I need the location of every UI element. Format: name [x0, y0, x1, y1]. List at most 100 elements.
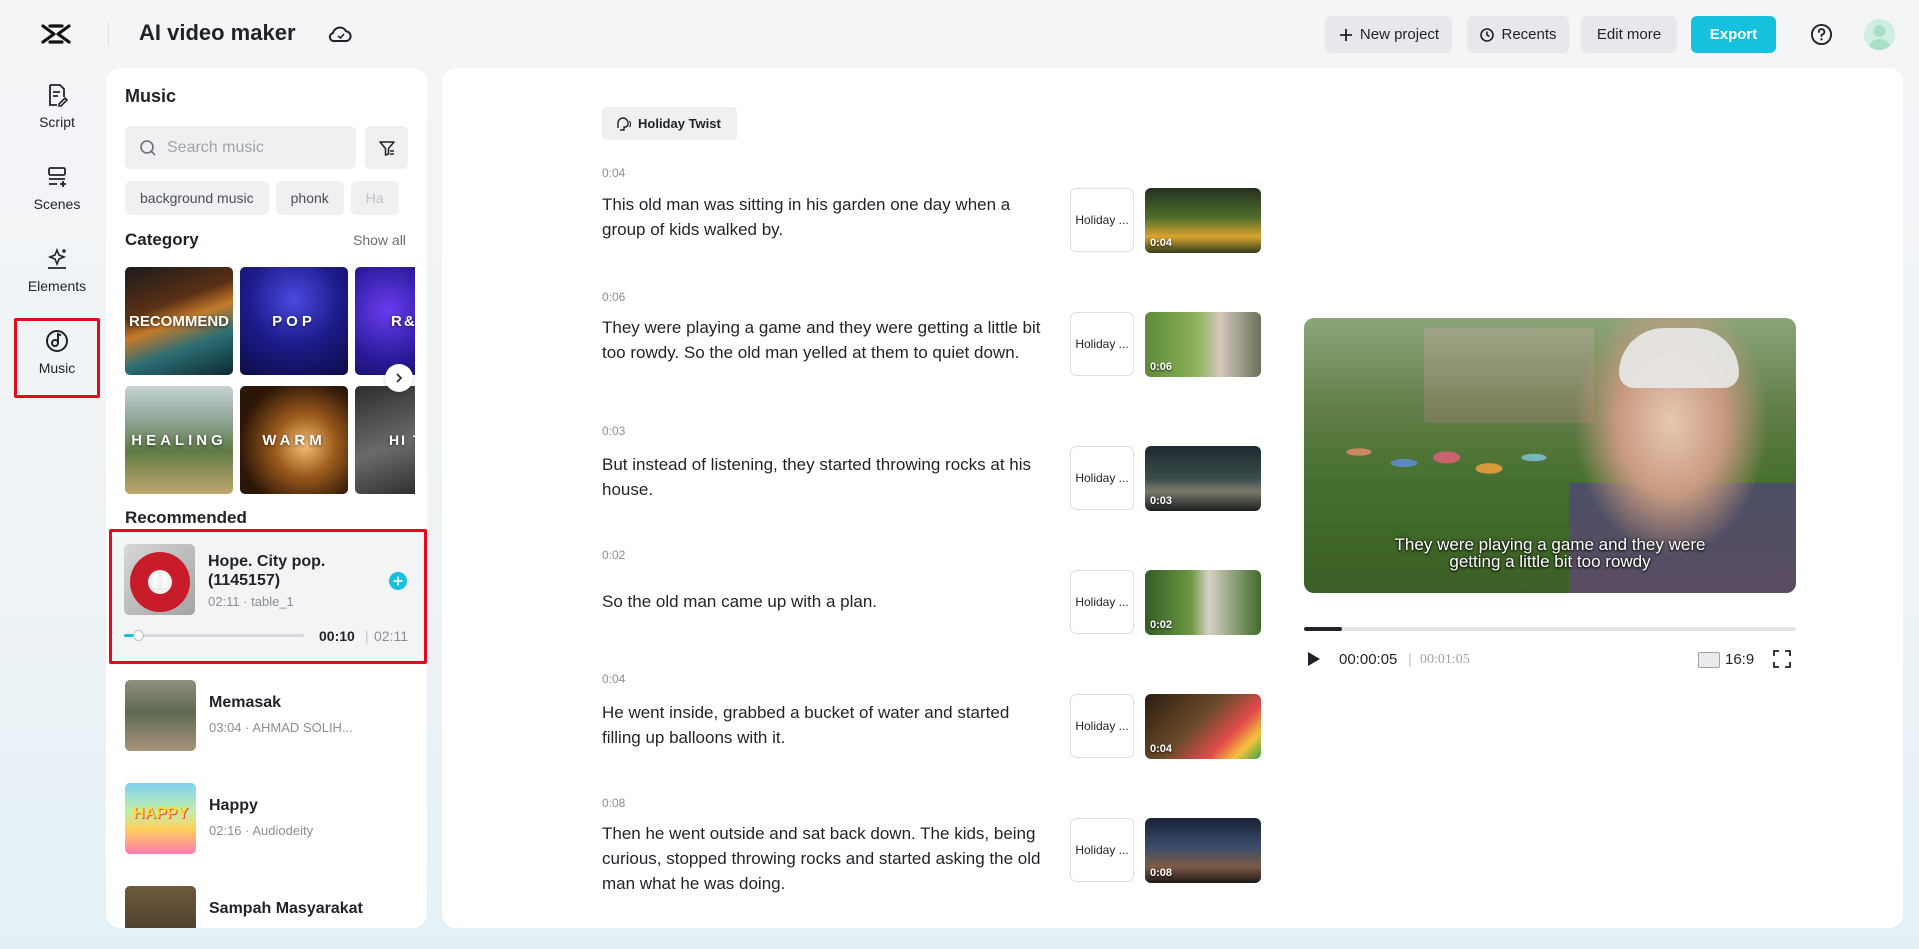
thumbnail-text: HAPPY: [133, 805, 189, 822]
edit-more-button[interactable]: Edit more: [1581, 16, 1677, 53]
scene-voice-button[interactable]: Holiday ...: [1070, 446, 1134, 510]
category-tile-pop[interactable]: POP: [240, 267, 348, 375]
scene-clip-thumbnail[interactable]: 0:03: [1145, 446, 1261, 511]
play-icon[interactable]: [1304, 650, 1322, 668]
fullscreen-icon[interactable]: [1772, 649, 1792, 669]
preview-total-time: 00:01:05: [1420, 652, 1470, 667]
scene-text[interactable]: He went inside, grabbed a bucket of wate…: [602, 700, 1052, 750]
user-icon: [1868, 25, 1891, 50]
scene-text[interactable]: This old man was sitting in his garden o…: [602, 192, 1052, 242]
chip-phonk[interactable]: phonk: [275, 181, 344, 215]
rail-label-elements: Elements: [27, 278, 87, 294]
script-icon: [49, 84, 69, 107]
clock-icon: [1480, 27, 1495, 42]
track-meta: 03:04 · AHMAD SOLIH...: [209, 720, 353, 735]
pause-icon[interactable]: [146, 566, 174, 594]
clip-duration: 0:04: [1150, 237, 1173, 249]
scenes-icon: [48, 167, 66, 187]
preview-children: [1334, 408, 1584, 518]
clip-duration: 0:03: [1150, 495, 1173, 507]
video-preview[interactable]: They were playing a game and they were g…: [1304, 318, 1796, 593]
scene-duration: 0:08: [602, 796, 626, 810]
track-current-time: 00:10: [319, 628, 355, 644]
chip-background-music[interactable]: background music: [125, 181, 269, 215]
scene-duration: 0:04: [602, 166, 626, 180]
new-project-button[interactable]: New project: [1325, 16, 1452, 53]
capcut-logo-icon[interactable]: [40, 20, 72, 48]
scene-text[interactable]: They were playing a game and they were g…: [602, 315, 1052, 365]
scene-voice-button[interactable]: Holiday ...: [1070, 694, 1134, 758]
chevron-right-icon: [396, 373, 403, 383]
search-input[interactable]: [167, 138, 337, 157]
category-tile-warm[interactable]: WARM: [240, 386, 348, 494]
track-progress-handle[interactable]: [132, 630, 144, 641]
clip-duration: 0:08: [1150, 867, 1173, 879]
category-next-button[interactable]: [385, 364, 413, 392]
category-tile-recommend[interactable]: RECOMMEND: [125, 267, 233, 375]
scene-duration: 0:04: [602, 672, 626, 686]
track-meta: 02:11 · table_1: [208, 594, 294, 609]
show-all-link[interactable]: Show all: [353, 232, 406, 248]
scene-clip-thumbnail[interactable]: 0:08: [1145, 818, 1261, 883]
preview-progress-fill: [1304, 627, 1342, 631]
export-button[interactable]: Export: [1691, 16, 1776, 53]
plus-icon: [1339, 28, 1352, 41]
scene-text[interactable]: But instead of listening, they started t…: [602, 452, 1052, 502]
top-bar: AI video maker New project Recents Edit …: [0, 0, 1919, 68]
recommended-title: Recommended: [125, 508, 247, 527]
track-item-happy[interactable]: HAPPY Happy 02:16 · Audiodeity: [125, 783, 415, 855]
chip-partial[interactable]: Ha: [350, 181, 399, 215]
search-box[interactable]: [125, 126, 356, 169]
scene-voice-button[interactable]: Holiday ...: [1070, 188, 1134, 252]
track-meta: 02:16 · Audiodeity: [209, 823, 314, 838]
category-tile-healing[interactable]: HEALING: [125, 386, 233, 494]
scene-clip-thumbnail[interactable]: 0:02: [1145, 570, 1261, 635]
category-tile-rnb[interactable]: R&: [355, 267, 415, 375]
rail-item-elements[interactable]: Elements: [14, 246, 100, 324]
aspect-ratio-label[interactable]: 16:9: [1725, 651, 1754, 668]
category-tile-high-tempo[interactable]: HI TEM: [355, 386, 415, 494]
scene-duration: 0:06: [602, 290, 626, 304]
scene-text[interactable]: Then he went outside and sat back down. …: [602, 821, 1052, 896]
recents-label: Recents: [1501, 26, 1557, 43]
scene-duration: 0:03: [602, 424, 626, 438]
time-separator: |: [365, 628, 369, 644]
rail-item-scenes[interactable]: Scenes: [14, 164, 100, 242]
scene-text[interactable]: So the old man came up with a plan.: [602, 589, 1052, 614]
track-progress-bar[interactable]: [124, 630, 304, 641]
track-name: Happy: [209, 797, 258, 814]
track-total-time: 02:11: [374, 628, 408, 644]
scene-voice-button[interactable]: Holiday ...: [1070, 570, 1134, 634]
rail-label-script: Script: [39, 114, 75, 130]
track-item-sampah-masyarakat[interactable]: Sampah Masyarakat: [125, 886, 415, 928]
help-icon[interactable]: [1810, 23, 1833, 46]
scene-duration: 0:02: [602, 548, 626, 562]
rail-label-music: Music: [38, 360, 76, 376]
voice-selector[interactable]: Holiday Twist: [602, 107, 737, 140]
scene-clip-thumbnail[interactable]: 0:04: [1145, 188, 1261, 253]
filter-button[interactable]: [365, 126, 408, 169]
edit-more-label: Edit more: [1596, 26, 1662, 43]
rail-item-music[interactable]: Music: [14, 318, 100, 398]
aspect-ratio-icon[interactable]: [1698, 652, 1720, 668]
scene-voice-button[interactable]: Holiday ...: [1070, 312, 1134, 376]
preview-caption: They were playing a game and they were g…: [1304, 536, 1796, 570]
scene-voice-button[interactable]: Holiday ...: [1070, 818, 1134, 882]
track-item-active[interactable]: Hope. City pop. (1145157) 02:11 · table_…: [109, 529, 427, 664]
rail-item-script[interactable]: Script: [14, 82, 100, 160]
music-panel-title: Music: [125, 86, 177, 106]
track-thumbnail: [125, 680, 196, 751]
track-name: Memasak: [209, 694, 282, 711]
add-track-icon[interactable]: [388, 571, 408, 591]
track-item-memasak[interactable]: Memasak 03:04 · AHMAD SOLIH...: [125, 680, 415, 752]
avatar[interactable]: [1864, 19, 1895, 50]
rail-label-scenes: Scenes: [33, 196, 81, 212]
search-icon: [140, 139, 156, 156]
preview-progress-bar[interactable]: [1304, 627, 1796, 631]
export-label: Export: [1709, 26, 1758, 43]
scene-clip-thumbnail[interactable]: 0:06: [1145, 312, 1261, 377]
scene-clip-thumbnail[interactable]: 0:04: [1145, 694, 1261, 759]
recents-button[interactable]: Recents: [1467, 16, 1569, 53]
cloud-sync-icon[interactable]: [328, 22, 354, 46]
track-name: Hope. City pop. (1145157): [208, 553, 326, 589]
